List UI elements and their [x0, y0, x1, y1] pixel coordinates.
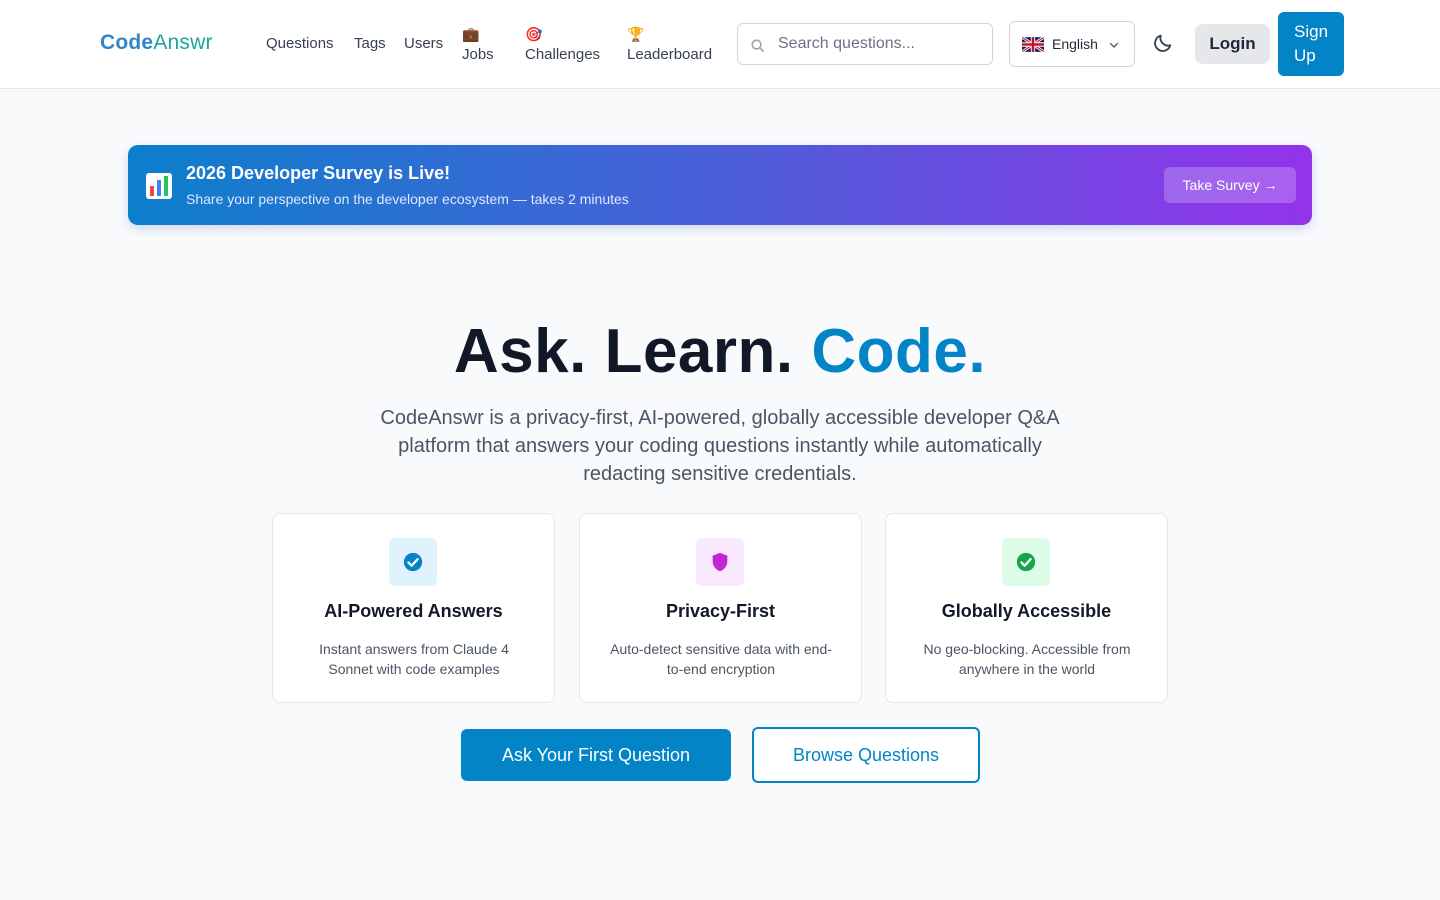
ask-question-button[interactable]: Ask Your First Question	[461, 729, 731, 781]
hero-subtitle: CodeAnswr is a privacy-first, AI-powered…	[380, 407, 1060, 485]
language-select[interactable]: English	[1009, 21, 1135, 67]
logo[interactable]: CodeAnswr	[100, 31, 213, 55]
search-icon	[751, 39, 764, 52]
take-survey-button[interactable]: Take Survey →	[1164, 167, 1296, 203]
feature-card-ai: AI-Powered Answers Instant answers from …	[272, 513, 555, 703]
nav-users[interactable]: Users	[404, 33, 443, 55]
hero-title: Ask. Learn. Code.	[0, 316, 1440, 387]
search-box[interactable]	[737, 23, 993, 65]
nav-tags[interactable]: Tags	[354, 33, 386, 55]
login-button[interactable]: Login	[1195, 24, 1270, 64]
briefcase-icon: 💼	[462, 26, 480, 42]
signup-button[interactable]: Sign Up	[1278, 12, 1344, 76]
feature-title: Globally Accessible	[941, 601, 1112, 621]
nav-leaderboard-label: Leaderboard	[627, 46, 713, 63]
check-circle-icon	[1002, 538, 1050, 586]
feature-desc: Auto-detect sensitive data with end-to-e…	[610, 641, 832, 677]
top-header: CodeAnswr Questions Tags Users 💼 Jobs 🎯 …	[0, 0, 1440, 89]
nav-challenges-label: Challenges	[525, 46, 601, 63]
search-input[interactable]	[778, 24, 988, 64]
logo-answr: Answr	[153, 31, 213, 54]
feature-card-privacy: Privacy-First Auto-detect sensitive data…	[579, 513, 862, 703]
moon-icon	[1154, 34, 1172, 52]
nav-challenges[interactable]: 🎯 Challenges	[525, 24, 600, 66]
hero-title-accent: Code.	[811, 317, 987, 386]
banner-title: 2026 Developer Survey is Live!	[186, 163, 451, 183]
nav-jobs[interactable]: 💼 Jobs	[462, 24, 494, 66]
nav-questions[interactable]: Questions	[266, 33, 334, 55]
theme-toggle[interactable]	[1152, 32, 1176, 56]
shield-icon	[696, 538, 744, 586]
target-icon: 🎯	[525, 26, 543, 42]
check-badge-icon	[389, 538, 437, 586]
hero-title-main: Ask. Learn.	[453, 317, 794, 386]
trophy-icon: 🏆	[627, 26, 645, 42]
feature-title: Privacy-First	[665, 601, 776, 621]
feature-card-global: Globally Accessible No geo-blocking. Acc…	[885, 513, 1168, 703]
survey-banner: 2026 Developer Survey is Live! Share you…	[128, 145, 1312, 225]
uk-flag-icon	[1022, 36, 1044, 52]
chevron-down-icon	[1109, 42, 1119, 48]
bar-chart-icon	[145, 172, 173, 205]
logo-code: Code	[100, 31, 154, 54]
nav-jobs-label: Jobs	[462, 46, 494, 63]
feature-desc: No geo-blocking. Accessible from anywher…	[923, 641, 1131, 677]
nav-leaderboard[interactable]: 🏆 Leaderboard	[627, 24, 712, 66]
feature-title: AI-Powered Answers	[324, 601, 503, 621]
browse-questions-button[interactable]: Browse Questions	[752, 727, 980, 783]
banner-subtitle: Share your perspective on the developer …	[186, 191, 629, 207]
language-label: English	[1052, 36, 1098, 52]
feature-desc: Instant answers from Claude 4 Sonnet wit…	[319, 641, 509, 677]
